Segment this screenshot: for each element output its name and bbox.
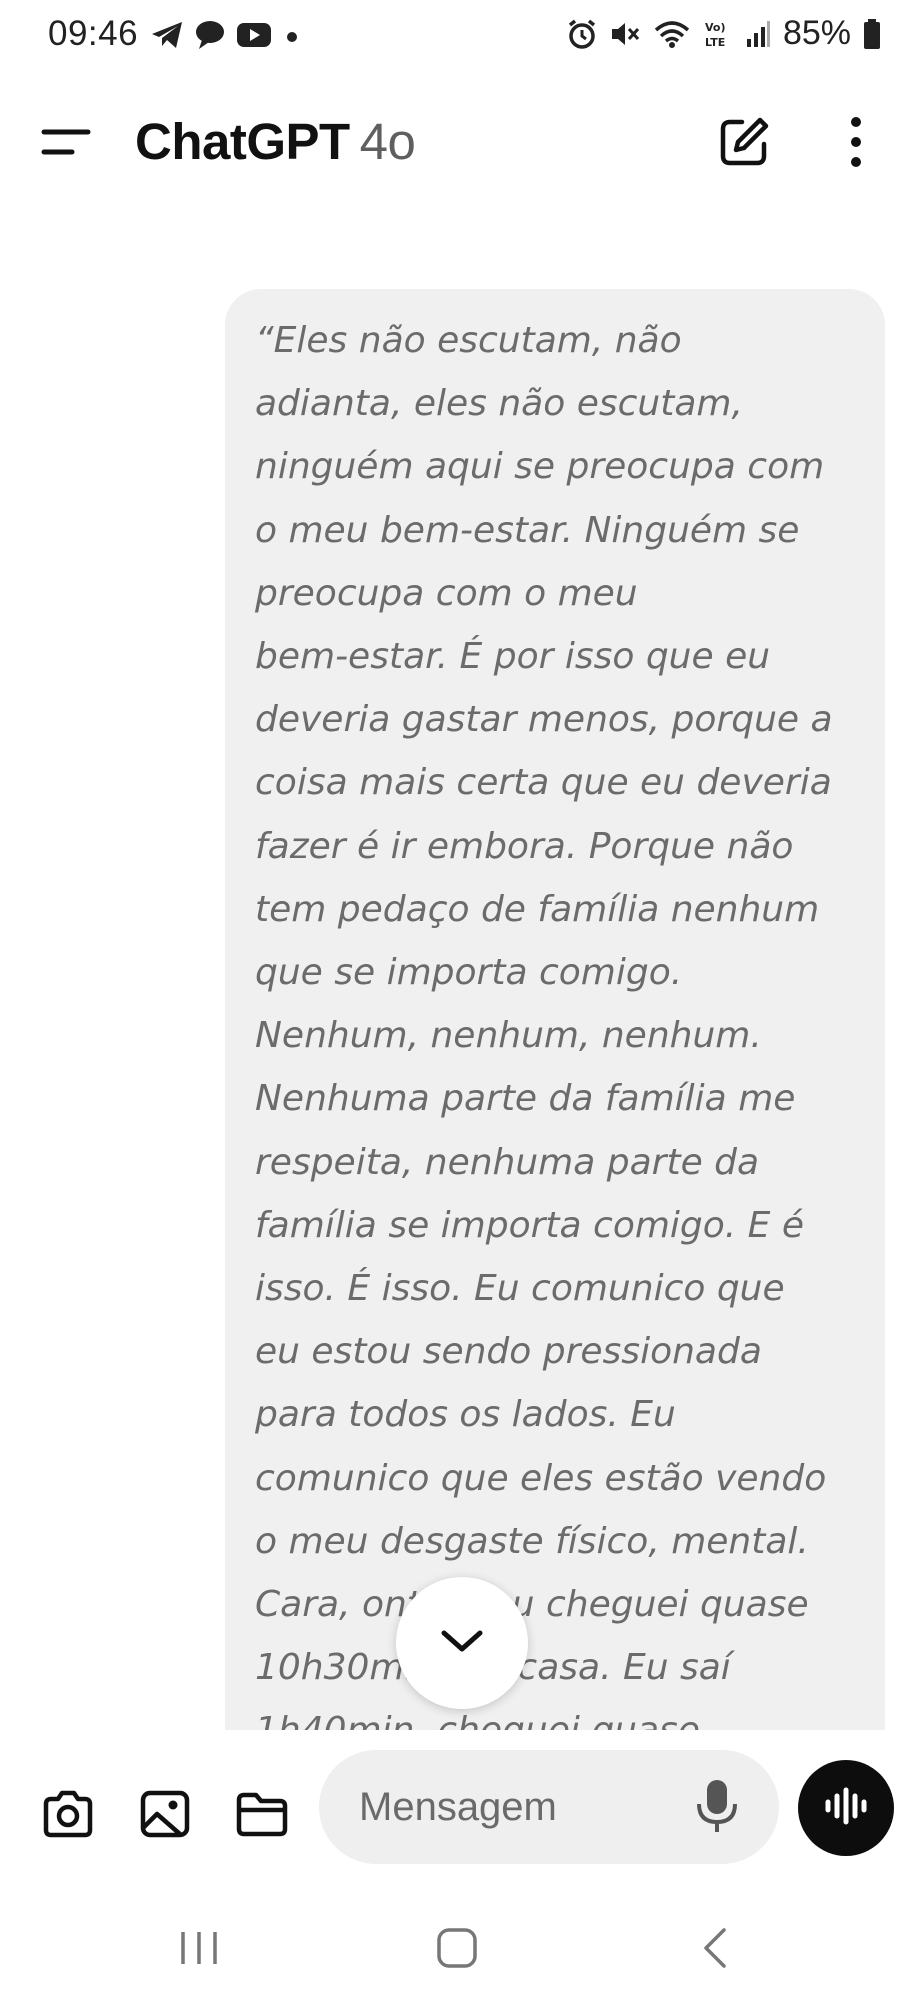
voice-mode-button[interactable] xyxy=(798,1760,894,1856)
folder-button[interactable] xyxy=(234,1786,290,1842)
chat-screen: 09:46 Vo) LTE 85% ChatGPT 4o “Eles não e… xyxy=(0,0,923,2000)
status-time: 09:46 xyxy=(48,14,139,53)
wifi-icon xyxy=(653,19,691,49)
status-bar: 09:46 Vo) LTE 85% xyxy=(0,0,923,72)
menu-button[interactable] xyxy=(38,120,94,164)
telegram-icon xyxy=(150,20,184,50)
image-button[interactable] xyxy=(137,1786,193,1842)
model-selector[interactable]: ChatGPT 4o xyxy=(135,112,416,171)
recents-button[interactable] xyxy=(175,1928,223,1968)
message-input[interactable] xyxy=(359,1750,689,1864)
mic-icon xyxy=(693,1780,741,1840)
volte-icon: Vo) LTE xyxy=(703,19,733,49)
folder-icon xyxy=(234,1792,290,1846)
user-message-text: “Eles não escutam, não adianta, eles não… xyxy=(255,320,833,1730)
battery-percentage: 85% xyxy=(782,14,851,52)
system-nav-bar xyxy=(0,1890,923,2000)
dictation-button[interactable] xyxy=(693,1778,741,1836)
svg-text:Vo): Vo) xyxy=(705,21,726,34)
user-message-bubble: “Eles não escutam, não adianta, eles não… xyxy=(225,289,885,1730)
home-icon xyxy=(433,1928,481,1976)
more-options-button[interactable] xyxy=(836,112,876,172)
new-chat-icon xyxy=(716,117,772,174)
chevron-down-icon xyxy=(440,1627,484,1660)
back-button[interactable] xyxy=(698,1926,734,1970)
recents-icon xyxy=(175,1932,223,1972)
voice-mode-icon xyxy=(822,1786,870,1831)
camera-icon xyxy=(40,1790,96,1846)
status-notification-icons xyxy=(150,20,302,50)
status-system-icons: Vo) LTE 85% xyxy=(567,14,881,53)
scroll-to-bottom-button[interactable] xyxy=(396,1577,528,1709)
back-icon xyxy=(698,1928,734,1974)
home-button[interactable] xyxy=(433,1924,481,1972)
message-field[interactable] xyxy=(319,1750,779,1864)
alarm-icon xyxy=(567,19,597,49)
menu-icon xyxy=(38,129,94,168)
composer-bar xyxy=(0,1730,923,1890)
app-header: ChatGPT 4o xyxy=(0,92,923,192)
youtube-icon xyxy=(236,21,272,49)
mute-icon xyxy=(609,19,641,49)
new-chat-button[interactable] xyxy=(716,114,772,170)
model-name: 4o xyxy=(359,113,416,170)
chat-bubble-icon xyxy=(194,20,226,50)
camera-button[interactable] xyxy=(40,1786,96,1842)
notification-dot-icon xyxy=(282,21,302,49)
image-icon xyxy=(137,1790,193,1846)
app-title: ChatGPT xyxy=(135,113,350,170)
more-vert-icon xyxy=(836,117,876,176)
svg-text:LTE: LTE xyxy=(705,36,725,49)
signal-icon xyxy=(745,19,771,49)
chat-scroll-area[interactable]: “Eles não escutam, não adianta, eles não… xyxy=(0,192,923,1730)
battery-icon xyxy=(863,18,881,50)
